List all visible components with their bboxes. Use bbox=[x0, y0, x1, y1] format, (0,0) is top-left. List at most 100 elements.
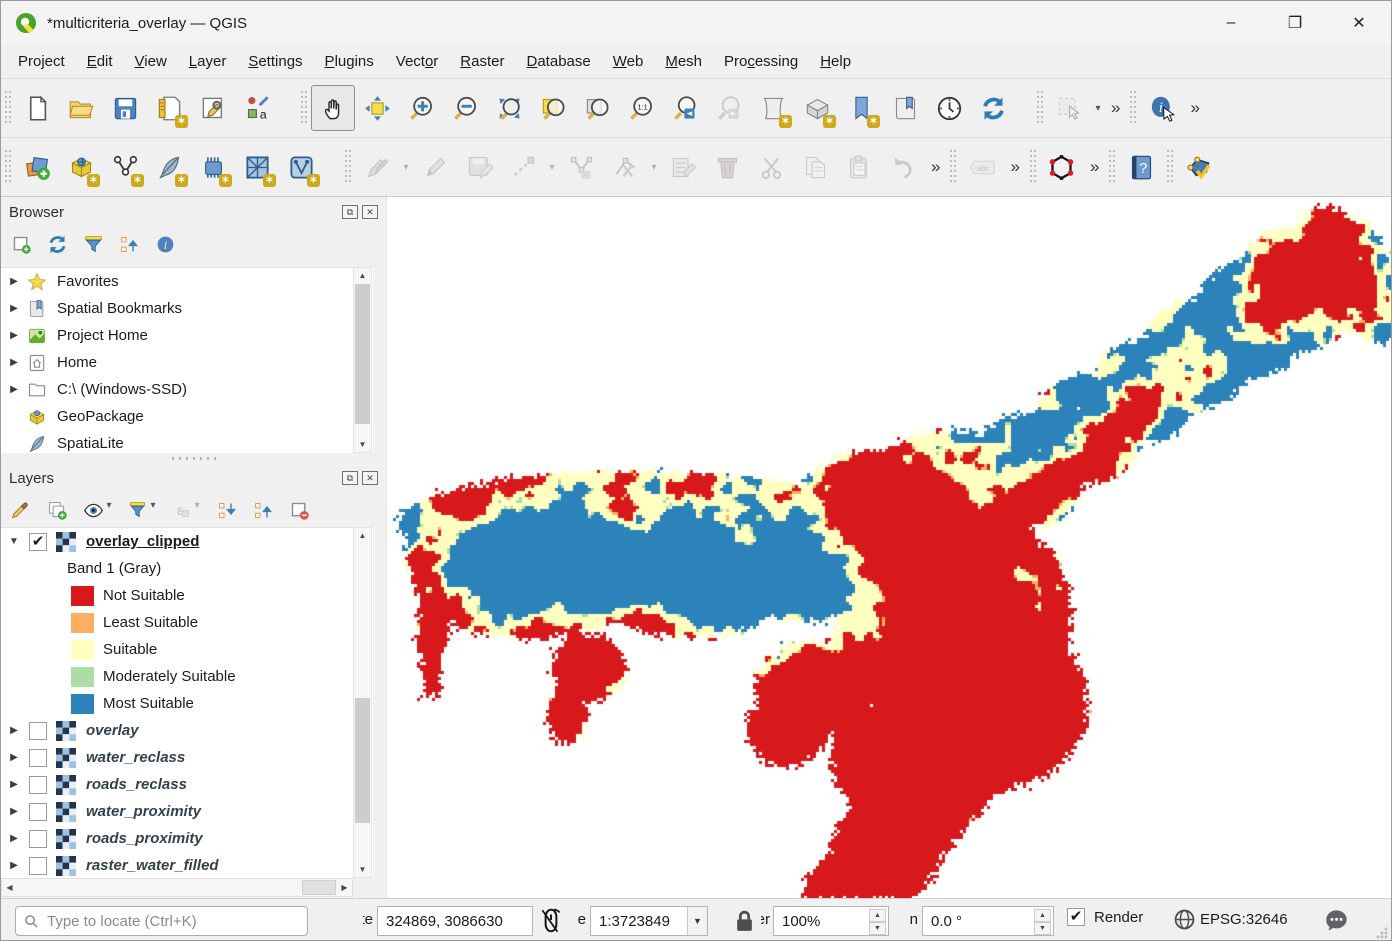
minimize-button[interactable]: – bbox=[1199, 1, 1263, 45]
open-layer-styling-button[interactable] bbox=[7, 496, 35, 524]
layer-row-water-reclass[interactable]: ▶ water_reclass bbox=[1, 744, 373, 771]
layer-row-roads-reclass[interactable]: ▶ roads_reclass bbox=[1, 771, 373, 798]
expander-icon[interactable]: ▶ bbox=[1, 752, 27, 763]
browser-item-geopackage[interactable]: GeoPackage bbox=[1, 403, 373, 430]
zoom-out-button[interactable] bbox=[443, 85, 487, 131]
new-spatial-bookmark-button[interactable]: ✶ bbox=[839, 85, 883, 131]
layers-horizontal-scrollbar[interactable]: ◀ ▶ bbox=[1, 878, 353, 897]
layer-row-water-proximity[interactable]: ▶ water_proximity bbox=[1, 798, 373, 825]
style-manager-button[interactable]: a bbox=[235, 85, 279, 131]
toolbar-grip[interactable] bbox=[1029, 150, 1037, 184]
toolbar-overflow[interactable]: » bbox=[1084, 157, 1105, 177]
layers-close-button[interactable]: ✕ bbox=[362, 471, 378, 485]
expander-icon[interactable]: ▶ bbox=[1, 330, 27, 341]
layer-checkbox[interactable] bbox=[29, 830, 47, 848]
zoom-to-layer-button[interactable] bbox=[575, 85, 619, 131]
new-print-layout-button[interactable]: ✶ bbox=[147, 85, 191, 131]
expander-icon[interactable]: ▶ bbox=[1, 357, 27, 368]
zoom-native-button[interactable]: 1:1 bbox=[619, 85, 663, 131]
scroll-left-arrow[interactable]: ◀ bbox=[2, 879, 17, 896]
layer-checkbox[interactable] bbox=[29, 803, 47, 821]
map-raster-canvas[interactable] bbox=[387, 197, 1392, 898]
pan-map-button[interactable] bbox=[311, 85, 355, 131]
collapse-all-button[interactable] bbox=[115, 230, 143, 258]
new-geopackage-layer-button[interactable]: ✶ bbox=[59, 144, 103, 190]
toolbar-grip[interactable] bbox=[1166, 150, 1174, 184]
browser-float-button[interactable]: ⧉ bbox=[342, 205, 358, 219]
browser-close-button[interactable]: ✕ bbox=[362, 205, 378, 219]
scroll-thumb[interactable] bbox=[355, 284, 370, 424]
save-project-button[interactable] bbox=[103, 85, 147, 131]
help-contents-button[interactable]: ? bbox=[1119, 144, 1163, 190]
layer-name[interactable]: overlay bbox=[86, 722, 139, 739]
scroll-up-arrow[interactable]: ▲ bbox=[354, 528, 371, 543]
layer-row-roads-proximity[interactable]: ▶ roads_proximity bbox=[1, 825, 373, 852]
scroll-up-arrow[interactable]: ▲ bbox=[354, 268, 371, 283]
crs-status[interactable]: EPSG:32646 bbox=[1174, 909, 1288, 930]
layer-row-overlay[interactable]: ▶ overlay bbox=[1, 717, 373, 744]
topology-checker-button[interactable] bbox=[1040, 144, 1084, 190]
zoom-to-selection-button[interactable] bbox=[531, 85, 575, 131]
expander-icon[interactable]: ▶ bbox=[1, 725, 27, 736]
scroll-thumb[interactable] bbox=[355, 698, 370, 823]
layer-name[interactable]: roads_reclass bbox=[86, 776, 187, 793]
rotation-spinbox[interactable]: 0.0 ° ▲▼ bbox=[922, 906, 1054, 936]
layer-checkbox[interactable]: ✔ bbox=[29, 533, 47, 551]
filter-legend-button[interactable]: ▾ bbox=[123, 496, 151, 524]
open-project-button[interactable] bbox=[59, 85, 103, 131]
browser-item-spatialite[interactable]: SpatiaLite bbox=[1, 430, 373, 453]
data-source-manager-button[interactable] bbox=[15, 144, 59, 190]
locate-input[interactable]: Type to locate (Ctrl+K) bbox=[15, 906, 308, 936]
collapse-all-layers-button[interactable] bbox=[249, 496, 277, 524]
menu-database[interactable]: Database bbox=[516, 48, 602, 75]
menu-web[interactable]: Web bbox=[602, 48, 655, 75]
zoom-in-button[interactable] bbox=[399, 85, 443, 131]
magnifier-spin-buttons[interactable]: ▲▼ bbox=[869, 909, 886, 933]
zoom-full-button[interactable] bbox=[487, 85, 531, 131]
messages-button[interactable] bbox=[1323, 907, 1350, 938]
refresh-button[interactable] bbox=[971, 85, 1015, 131]
browser-item-project-home[interactable]: ▶ Project Home bbox=[1, 322, 373, 349]
menu-plugins[interactable]: Plugins bbox=[314, 48, 385, 75]
expander-icon[interactable]: ▶ bbox=[1, 276, 27, 287]
new-mesh-layer-button[interactable]: ✶ bbox=[235, 144, 279, 190]
zoom-last-button[interactable] bbox=[663, 85, 707, 131]
add-selected-layer-button[interactable] bbox=[7, 230, 35, 258]
new-shapefile-layer-button[interactable]: ✶ bbox=[103, 144, 147, 190]
layers-float-button[interactable]: ⧉ bbox=[342, 471, 358, 485]
toolbar-grip[interactable] bbox=[344, 150, 352, 184]
layer-row-raster-water-filled[interactable]: ▶ raster_water_filled bbox=[1, 852, 373, 878]
menu-processing[interactable]: Processing bbox=[713, 48, 809, 75]
layer-checkbox[interactable] bbox=[29, 722, 47, 740]
toolbar-overflow[interactable]: » bbox=[925, 157, 946, 177]
toolbar-overflow[interactable]: » bbox=[1105, 98, 1126, 118]
menu-view[interactable]: View bbox=[124, 48, 178, 75]
browser-vertical-scrollbar[interactable]: ▲ ▼ bbox=[353, 267, 372, 453]
new-map-view-button[interactable]: ✶ bbox=[751, 85, 795, 131]
expander-icon[interactable]: ▶ bbox=[1, 384, 27, 395]
toolbar-grip[interactable] bbox=[300, 91, 308, 125]
extents-toggle-icon[interactable] bbox=[538, 907, 564, 939]
expand-all-button[interactable] bbox=[213, 496, 241, 524]
expander-icon[interactable]: ▶ bbox=[1, 860, 27, 871]
properties-info-button[interactable]: i bbox=[151, 230, 179, 258]
toolbar-overflow[interactable]: » bbox=[1184, 98, 1205, 118]
show-spatial-bookmarks-button[interactable] bbox=[883, 85, 927, 131]
scroll-down-arrow[interactable]: ▼ bbox=[354, 862, 371, 877]
layer-checkbox[interactable] bbox=[29, 857, 47, 875]
browser-item-home[interactable]: ▶ Home bbox=[1, 349, 373, 376]
layer-checkbox[interactable] bbox=[29, 749, 47, 767]
layer-name[interactable]: roads_proximity bbox=[86, 830, 203, 847]
scale-combo[interactable]: 1:3723849 ▼ bbox=[590, 906, 708, 936]
scroll-thumb[interactable] bbox=[302, 880, 336, 895]
menu-raster[interactable]: Raster bbox=[449, 48, 515, 75]
menu-layer[interactable]: Layer bbox=[178, 48, 238, 75]
maximize-button[interactable]: ❐ bbox=[1263, 1, 1327, 45]
layer-name[interactable]: water_reclass bbox=[86, 749, 185, 766]
toolbar-grip[interactable] bbox=[4, 150, 12, 184]
menu-mesh[interactable]: Mesh bbox=[654, 48, 713, 75]
pan-to-selection-button[interactable] bbox=[355, 85, 399, 131]
close-button[interactable]: ✕ bbox=[1327, 1, 1391, 45]
scroll-right-arrow[interactable]: ▶ bbox=[337, 879, 352, 896]
temporal-controller-button[interactable] bbox=[927, 85, 971, 131]
